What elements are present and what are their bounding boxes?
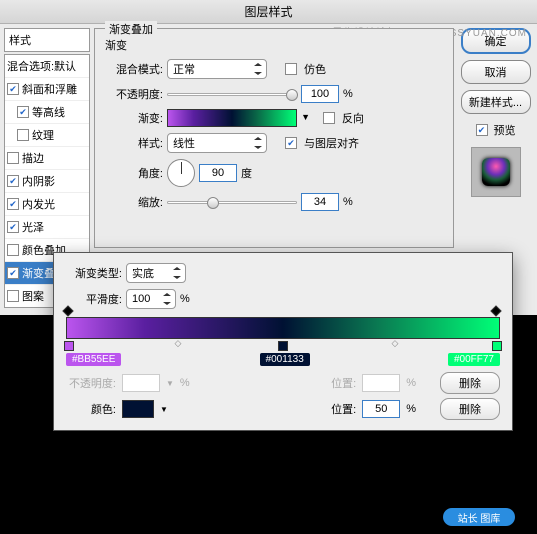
sidebar-item-innerglow[interactable]: 内发光 [5, 193, 89, 216]
cancel-button[interactable]: 取消 [461, 60, 531, 84]
sidebar-item-bevel[interactable]: 斜面和浮雕 [5, 78, 89, 101]
sidebar-heading[interactable]: 样式 [4, 28, 90, 52]
opacity-slider[interactable] [167, 93, 297, 96]
sidebar-item-label: 斜面和浮雕 [22, 81, 77, 97]
scale-label: 缩放: [105, 194, 163, 210]
dither-label: 仿色 [304, 61, 326, 77]
checkbox-icon[interactable] [7, 83, 19, 95]
checkbox-icon[interactable] [7, 152, 19, 164]
color-label: 颜色: [66, 401, 116, 417]
sidebar-item-label: 纹理 [32, 127, 54, 143]
delete-button[interactable]: 删除 [440, 398, 500, 420]
sidebar-item-label: 光泽 [22, 219, 44, 235]
checkbox-icon[interactable] [17, 106, 29, 118]
pct-label: % [406, 377, 416, 389]
checkbox-icon[interactable] [7, 221, 19, 233]
delete-button[interactable]: 删除 [440, 372, 500, 394]
color-swatch[interactable] [122, 400, 154, 418]
color-stop-1[interactable] [278, 341, 288, 351]
preview-checkbox[interactable] [476, 124, 488, 136]
position-label: 位置: [306, 401, 356, 417]
scale-input[interactable]: 34 [301, 193, 339, 211]
newstyle-button[interactable]: 新建样式... [461, 90, 531, 114]
reverse-checkbox[interactable] [323, 112, 335, 124]
opacity-stop-input [122, 374, 160, 392]
opacity-stop-label: 不透明度: [66, 375, 116, 391]
pct-label: % [343, 196, 353, 208]
checkbox-icon[interactable] [17, 129, 29, 141]
position-label: 位置: [306, 375, 356, 391]
gradient-label: 渐变: [105, 110, 163, 126]
pct-label: % [406, 403, 416, 415]
opacity-label: 不透明度: [105, 86, 163, 102]
angle-dial[interactable] [167, 159, 195, 187]
checkbox-icon[interactable] [7, 175, 19, 187]
midpoint-icon[interactable]: ◇ [392, 338, 399, 349]
gradtype-label: 渐变类型: [66, 265, 122, 281]
opacity-input[interactable]: 100 [301, 85, 339, 103]
pct-label: % [180, 293, 190, 305]
color-stop-0[interactable] [64, 341, 74, 351]
smooth-label: 平滑度: [66, 291, 122, 307]
dither-checkbox[interactable] [285, 63, 297, 75]
sidebar-item-contour[interactable]: 等高线 [5, 101, 89, 124]
blend-mode-select[interactable]: 正常 [167, 59, 267, 79]
reverse-label: 反向 [342, 110, 364, 126]
smooth-input[interactable]: 100 [126, 289, 176, 309]
sidebar-item-innershadow[interactable]: 内阴影 [5, 170, 89, 193]
checkbox-icon[interactable] [7, 244, 19, 256]
style-label: 样式: [105, 135, 163, 151]
pct-label: % [180, 377, 190, 389]
panel-title: 渐变叠加 [105, 21, 157, 37]
preview-thumbnail [471, 147, 521, 197]
opacity-stop-left[interactable] [64, 307, 74, 317]
checkbox-icon[interactable] [7, 267, 19, 279]
gradient-editor-panel: 渐变类型: 实底 平滑度: 100 % ◇ ◇ #BB55EE #001133 … [53, 252, 513, 431]
sidebar-item-label: 渐变叠 [22, 265, 55, 281]
dialog-title: 图层样式 [0, 0, 537, 24]
main-panel: 渐变叠加 渐变 混合模式: 正常 仿色 不透明度: 100 % 渐变: 反向 [94, 28, 454, 248]
degree-label: 度 [241, 165, 252, 181]
sidebar-item-satin[interactable]: 光泽 [5, 216, 89, 239]
panel-section: 渐变 [105, 37, 443, 53]
gradient-swatch[interactable] [167, 109, 297, 127]
checkbox-icon[interactable] [7, 198, 19, 210]
sidebar-item-label: 等高线 [32, 104, 65, 120]
position-input-disabled [362, 374, 400, 392]
color-tag-1: #001133 [260, 353, 310, 366]
sidebar-blend-options[interactable]: 混合选项:默认 [5, 55, 89, 78]
sidebar-item-label: 内阴影 [22, 173, 55, 189]
sidebar-item-label: 图案 [22, 288, 44, 304]
angle-input[interactable]: 90 [199, 164, 237, 182]
midpoint-icon[interactable]: ◇ [175, 338, 182, 349]
checkbox-icon[interactable] [7, 290, 19, 302]
style-select[interactable]: 线性 [167, 133, 267, 153]
sidebar-item-label: 描边 [22, 150, 44, 166]
color-tag-2: #00FF77 [448, 353, 500, 366]
angle-label: 角度: [105, 165, 163, 181]
blend-label: 混合模式: [105, 61, 163, 77]
align-label: 与图层对齐 [304, 135, 359, 151]
sidebar-item-label: 内发光 [22, 196, 55, 212]
scale-slider[interactable] [167, 201, 297, 204]
preview-label: 预览 [494, 122, 516, 138]
gradtype-select[interactable]: 实底 [126, 263, 186, 283]
gradient-bar[interactable]: ◇ ◇ [66, 317, 500, 339]
sidebar-item-texture[interactable]: 纹理 [5, 124, 89, 147]
align-checkbox[interactable] [285, 137, 297, 149]
position-input[interactable]: 50 [362, 400, 400, 418]
sidebar-item-stroke[interactable]: 描边 [5, 147, 89, 170]
color-tag-0: #BB55EE [66, 353, 121, 366]
color-stop-2[interactable] [492, 341, 502, 351]
pct-label: % [343, 88, 353, 100]
opacity-stop-right[interactable] [492, 307, 502, 317]
site-badge: 站长 图库 [443, 508, 515, 526]
